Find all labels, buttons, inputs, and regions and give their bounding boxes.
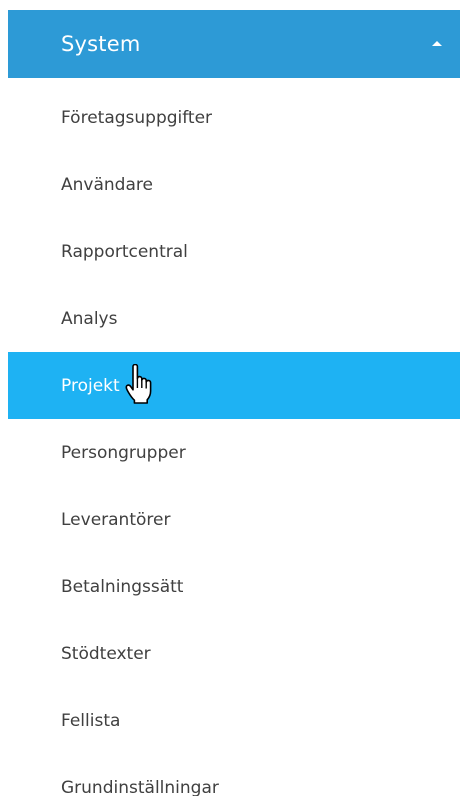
menu-item-label: Persongrupper <box>61 442 186 463</box>
menu-item-label: Rapportcentral <box>61 241 188 262</box>
menu-item-label: Fellista <box>61 710 121 731</box>
menu-item-label: Användare <box>61 174 153 195</box>
system-menu: System Företagsuppgifter Användare Rappo… <box>0 0 460 796</box>
menu-item-label: Grundinställningar <box>61 777 219 796</box>
menu-item-label: Projekt <box>61 375 120 396</box>
menu-item-leverantorer[interactable]: Leverantörer <box>0 486 460 553</box>
menu-item-label: Analys <box>61 308 118 329</box>
menu-item-foretagsuppgifter[interactable]: Företagsuppgifter <box>0 84 460 151</box>
menu-item-label: Företagsuppgifter <box>61 107 213 128</box>
menu-item-persongrupper[interactable]: Persongrupper <box>0 419 460 486</box>
menu-item-projekt[interactable]: Projekt <box>8 352 460 419</box>
caret-up-icon <box>432 41 442 46</box>
menu-items: Företagsuppgifter Användare Rapportcentr… <box>0 84 460 796</box>
menu-item-fellista[interactable]: Fellista <box>0 687 460 754</box>
menu-item-label: Leverantörer <box>61 509 171 530</box>
menu-item-analys[interactable]: Analys <box>0 285 460 352</box>
menu-item-rapportcentral[interactable]: Rapportcentral <box>0 218 460 285</box>
menu-item-betalningssatt[interactable]: Betalningssätt <box>0 553 460 620</box>
menu-item-label: Stödtexter <box>61 643 151 664</box>
menu-header-title: System <box>61 32 141 56</box>
menu-header-system[interactable]: System <box>8 10 460 78</box>
menu-item-grundinstallningar[interactable]: Grundinställningar <box>0 754 460 796</box>
menu-item-label: Betalningssätt <box>61 576 184 597</box>
menu-item-anvandare[interactable]: Användare <box>0 151 460 218</box>
menu-item-stodtexter[interactable]: Stödtexter <box>0 620 460 687</box>
